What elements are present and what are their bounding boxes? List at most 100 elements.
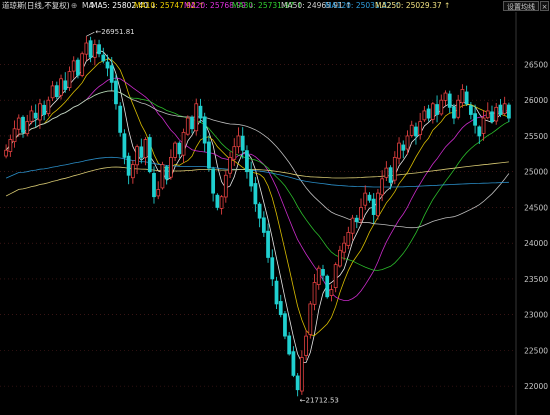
candle-body [392,156,397,181]
candle-body [266,230,270,258]
candle-body [350,217,355,234]
candle-body [33,112,38,119]
candle-body [80,53,85,76]
y-tick-label: 25500 [524,132,548,141]
candle-body [371,198,376,215]
candle-body [452,106,456,119]
candle-body [202,116,207,144]
candle-body [236,135,241,148]
candle-body [249,169,254,187]
candle-body [321,269,325,276]
close-button[interactable]: × [540,1,549,11]
candle-body [274,280,279,305]
candle-body [426,108,431,119]
candle-body [198,105,203,119]
candle-body [105,61,110,69]
candle-body [245,150,249,173]
candle-body [21,116,25,133]
candle-body [447,93,452,108]
candle-body [114,80,118,105]
y-tick-label: 22000 [524,382,548,391]
candle-body [177,142,182,155]
candle-body [354,217,359,223]
indicator-toggle-icon[interactable]: ⊕ [71,0,77,12]
candle-body [397,142,401,159]
ma-legend-item: MA250: 25029.37 ↑ [375,1,451,10]
candle-body [388,167,393,183]
candle-body [418,121,423,136]
y-tick-label: 26000 [524,96,548,105]
candle-body [359,207,363,221]
settings-button[interactable]: 设置均线 [503,1,539,11]
candle-body [118,105,123,133]
candle-body [401,144,406,151]
ma-line [5,156,509,188]
candle-body [295,375,300,391]
ma-line [5,58,510,336]
y-tick-label: 22500 [524,346,548,355]
candle-body [376,192,380,217]
candle-body [42,104,47,115]
candle-body [502,103,507,114]
candle-body [223,174,228,198]
candle-body [207,141,211,169]
candle-body [25,121,30,135]
candle-body [135,146,139,166]
candle-body [29,110,34,122]
candle-body [147,137,152,173]
candle-body [278,301,283,316]
candle-body [215,194,220,208]
candle-body [190,117,194,130]
candle-body [38,103,42,121]
candle-body [325,275,330,298]
candle-body [283,313,287,337]
candle-body [181,131,186,156]
candle-body [422,110,427,121]
y-tick-label: 26500 [524,60,548,69]
candle-body [333,264,338,289]
candle-body [130,164,135,179]
candle-body [16,117,21,130]
candle-body [316,267,321,285]
candle-body [287,335,292,355]
candle-body [485,110,490,119]
candle-body [139,146,144,158]
candle-body [156,189,161,197]
candle-body [498,104,503,115]
low-label: ←21712.53 [300,396,339,404]
candle-body [468,105,473,115]
candle-body [76,59,80,76]
candle-body [173,142,177,158]
candle-body [143,139,148,158]
candle-body [460,89,465,104]
candle-body [12,128,17,143]
candle-body [456,99,461,118]
candle-body [439,99,444,115]
candle-body [97,44,101,55]
index-title: 道琼斯 [2,1,25,10]
candle-body [304,335,308,356]
candle-body [253,183,258,205]
candle-body [71,60,76,72]
candle-body [88,40,93,58]
candle-body [54,85,59,98]
candle-body [308,303,313,335]
y-tick-label: 25000 [524,168,548,177]
candle-body [338,249,342,267]
candle-body [126,155,131,176]
candle-body [122,133,127,158]
candle-body [8,139,13,152]
candle-body [490,111,494,123]
candle-body [194,103,199,132]
candle-body [481,117,486,134]
candle-body [329,289,334,296]
candle-body [67,71,72,88]
candle-body [232,146,237,160]
candle-body [473,113,477,126]
candle-body [169,156,173,178]
candle-body [160,164,165,189]
candle-body [257,203,262,219]
candle-body [312,282,317,305]
candle-body [507,104,511,119]
candle-body [342,242,346,253]
